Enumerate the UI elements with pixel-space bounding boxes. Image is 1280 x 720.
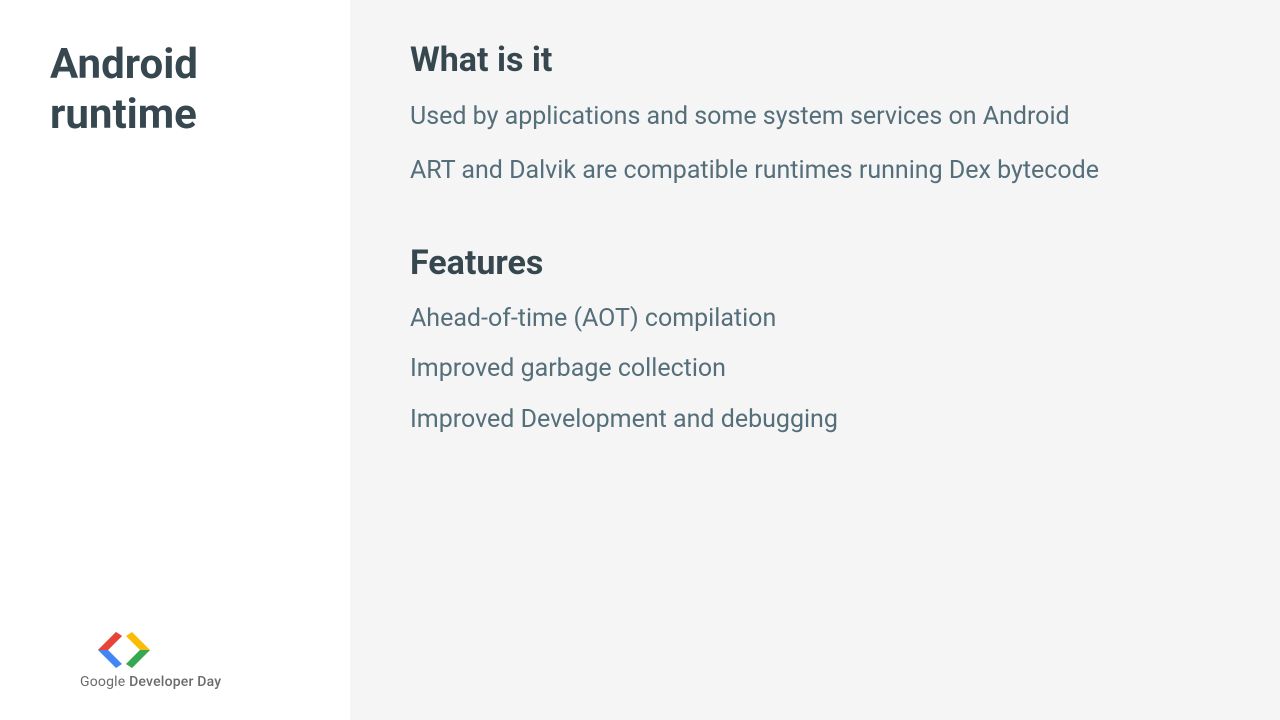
footer-brand: Google xyxy=(80,674,125,690)
footer-logo: Google Developer Day xyxy=(80,632,320,690)
body-paragraph: ART and Dalvik are compatible runtimes r… xyxy=(410,154,1220,188)
slide-title: Android runtime xyxy=(50,40,320,141)
feature-item: Improved garbage collection xyxy=(410,353,1220,386)
section-heading-what: What is it xyxy=(410,40,1220,80)
feature-item: Improved Development and debugging xyxy=(410,404,1220,437)
section-gap xyxy=(410,208,1220,243)
left-panel: Android runtime Google Developer Day xyxy=(0,0,350,720)
body-paragraph: Used by applications and some system ser… xyxy=(410,100,1220,134)
footer-product: Developer Day xyxy=(129,674,221,690)
content-panel: What is it Used by applications and some… xyxy=(350,0,1280,720)
section-heading-features: Features xyxy=(410,243,1220,283)
slide: Android runtime Google Developer Day Wha… xyxy=(0,0,1280,720)
developer-logo-icon xyxy=(98,632,320,668)
feature-item: Ahead-of-time (AOT) compilation xyxy=(410,303,1220,336)
footer-brand-text: Google Developer Day xyxy=(80,674,320,690)
